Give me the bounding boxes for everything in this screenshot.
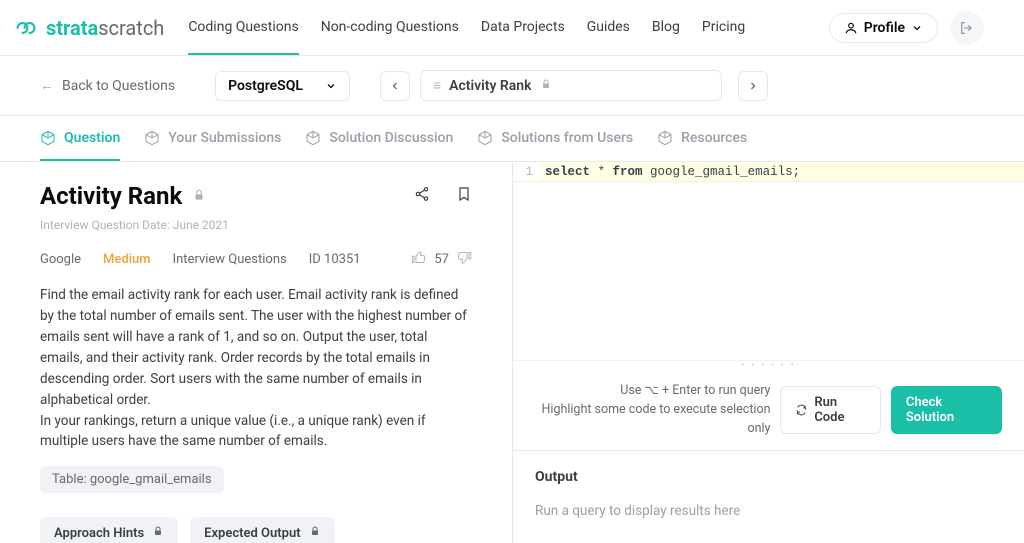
cube-icon: [40, 130, 56, 146]
share-button[interactable]: [414, 186, 430, 206]
main-split: Activity Rank Interview Question Date: J…: [0, 162, 1024, 543]
prev-question-button[interactable]: [380, 71, 410, 101]
profile-label: Profile: [864, 20, 905, 36]
code-editor[interactable]: 1 select * from google_gmail_emails;: [513, 162, 1024, 360]
code-line[interactable]: select * from google_gmail_emails;: [541, 162, 800, 181]
cube-icon: [144, 130, 160, 146]
nav-data-projects[interactable]: Data Projects: [481, 0, 565, 55]
meta-company: Google: [40, 252, 81, 267]
nav-links: Coding Questions Non-coding Questions Da…: [188, 0, 745, 55]
left-panel: Activity Rank Interview Question Date: J…: [0, 162, 512, 543]
lock-icon: [540, 78, 552, 94]
lock-icon: [152, 525, 164, 541]
top-nav: stratascratch Coding Questions Non-codin…: [0, 0, 1024, 56]
tab-label: Question: [64, 130, 120, 146]
meta-id: ID 10351: [309, 252, 361, 267]
run-hints: Use ⌥ + Enter to run query Highlight som…: [535, 382, 770, 438]
logo-text-light: scratch: [98, 16, 164, 40]
chevron-down-icon: [911, 22, 923, 34]
question-description: Find the email activity rank for each us…: [40, 285, 472, 452]
run-code-button[interactable]: Run Code: [780, 386, 880, 434]
question-title: Activity Rank: [40, 182, 206, 210]
nav-guides[interactable]: Guides: [587, 0, 630, 55]
right-panel: 1 select * from google_gmail_emails; • •…: [512, 162, 1024, 543]
cube-icon: [657, 130, 673, 146]
breadcrumb-title: Activity Rank: [449, 78, 531, 94]
nav-coding-questions[interactable]: Coding Questions: [188, 0, 298, 55]
run-row: Use ⌥ + Enter to run query Highlight som…: [513, 370, 1024, 451]
bookmark-icon: [456, 186, 472, 202]
question-date: Interview Question Date: June 2021: [40, 218, 472, 232]
lock-icon: [192, 187, 206, 206]
tab-resources[interactable]: Resources: [657, 116, 747, 161]
nav-noncoding-questions[interactable]: Non-coding Questions: [321, 0, 459, 55]
nav-blog[interactable]: Blog: [652, 0, 680, 55]
thumb-down-icon: [457, 250, 472, 265]
language-label: PostgreSQL: [228, 78, 303, 94]
chevron-down-icon: [325, 80, 337, 92]
bookmark-button[interactable]: [456, 186, 472, 206]
approach-hints-button[interactable]: Approach Hints: [40, 517, 178, 543]
output-panel: Output Run a query to display results he…: [513, 451, 1024, 537]
question-breadcrumb[interactable]: ≡ Activity Rank: [420, 70, 722, 101]
expected-output-button[interactable]: Expected Output: [190, 517, 334, 543]
table-tag: Table: google_gmail_emails: [40, 466, 224, 493]
run-hint-2: Highlight some code to execute selection…: [535, 401, 770, 439]
tabs-bar: Question Your Submissions Solution Discu…: [0, 116, 1024, 162]
check-label: Check Solution: [906, 395, 987, 425]
sub-bar: ← Back to Questions PostgreSQL ≡ Activit…: [0, 56, 1024, 116]
cube-icon: [477, 130, 493, 146]
logout-button[interactable]: [950, 11, 984, 45]
user-icon: [844, 21, 858, 35]
back-to-questions[interactable]: ← Back to Questions: [40, 77, 175, 94]
run-hint-1: Use ⌥ + Enter to run query: [535, 382, 770, 401]
check-solution-button[interactable]: Check Solution: [891, 386, 1002, 434]
tab-label: Solutions from Users: [501, 130, 633, 146]
thumb-up-icon: [411, 250, 426, 265]
expected-label: Expected Output: [204, 526, 300, 541]
logo-text-bold: strata: [46, 16, 98, 40]
profile-button[interactable]: Profile: [829, 13, 938, 43]
tab-label: Your Submissions: [168, 130, 281, 146]
cube-icon: [305, 130, 321, 146]
tab-solutions-users[interactable]: Solutions from Users: [477, 116, 633, 161]
downvote-button[interactable]: [457, 250, 472, 269]
output-title: Output: [535, 469, 1002, 485]
meta-row: Google Medium Interview Questions ID 103…: [40, 250, 472, 269]
tab-submissions[interactable]: Your Submissions: [144, 116, 281, 161]
resize-handle[interactable]: • • • • • •: [513, 360, 1024, 370]
line-number: 1: [513, 162, 541, 181]
meta-type: Interview Questions: [173, 252, 287, 267]
arrow-left-icon: ←: [40, 77, 54, 94]
lock-icon: [309, 525, 321, 541]
language-select[interactable]: PostgreSQL: [215, 71, 350, 101]
desc-p1: Find the email activity rank for each us…: [40, 285, 472, 411]
hints-label: Approach Hints: [54, 526, 144, 541]
title-text: Activity Rank: [40, 182, 182, 210]
logout-icon: [959, 20, 975, 36]
upvote-count: 57: [434, 252, 449, 267]
tab-discussion[interactable]: Solution Discussion: [305, 116, 453, 161]
tab-label: Solution Discussion: [329, 130, 453, 146]
editor-empty-area[interactable]: [513, 182, 1024, 360]
tab-question[interactable]: Question: [40, 116, 120, 161]
output-empty-message: Run a query to display results here: [535, 503, 1002, 519]
nav-pricing[interactable]: Pricing: [702, 0, 745, 55]
logo-icon: [12, 14, 40, 42]
next-question-button[interactable]: [738, 71, 768, 101]
run-label: Run Code: [814, 395, 866, 425]
tab-label: Resources: [681, 130, 747, 146]
back-label: Back to Questions: [62, 78, 175, 94]
upvote-button[interactable]: [411, 250, 426, 269]
chevron-left-icon: [389, 80, 401, 92]
refresh-icon: [795, 403, 808, 417]
share-icon: [414, 186, 430, 202]
meta-difficulty: Medium: [103, 252, 151, 267]
chevron-right-icon: [747, 80, 759, 92]
menu-icon: ≡: [433, 77, 441, 94]
desc-p2: In your rankings, return a unique value …: [40, 411, 472, 453]
logo[interactable]: stratascratch: [12, 14, 164, 42]
